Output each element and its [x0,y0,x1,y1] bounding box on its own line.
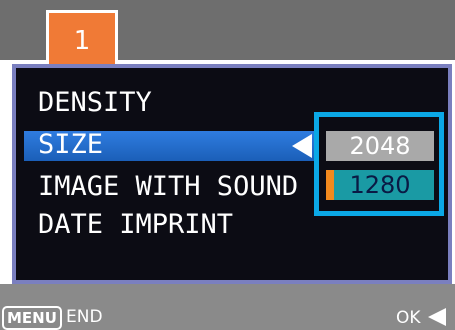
current-setting-marker [326,170,334,200]
tab-1[interactable]: 1 [46,10,118,68]
ok-label[interactable]: OK [396,307,421,329]
selection-left-arrow-icon [292,134,312,158]
menu-item-size[interactable]: SIZE [38,128,103,162]
menu-button-icon[interactable]: MENU [2,306,62,330]
end-label: END [66,307,103,327]
camera-menu-screen: 1 DENSITY SIZE IMAGE WITH SOUND DATE IMP… [0,0,455,330]
menu-item-density[interactable]: DENSITY [38,86,152,120]
menu-item-image-with-sound[interactable]: IMAGE WITH SOUND [38,170,298,204]
size-option-2048[interactable]: 2048 [326,131,434,161]
tab-number: 1 [73,25,91,56]
menu-item-date-imprint[interactable]: DATE IMPRINT [38,208,233,242]
size-option-1280[interactable]: 1280 [326,170,434,200]
ok-left-arrow-icon [428,308,446,326]
size-options-box [314,112,444,216]
